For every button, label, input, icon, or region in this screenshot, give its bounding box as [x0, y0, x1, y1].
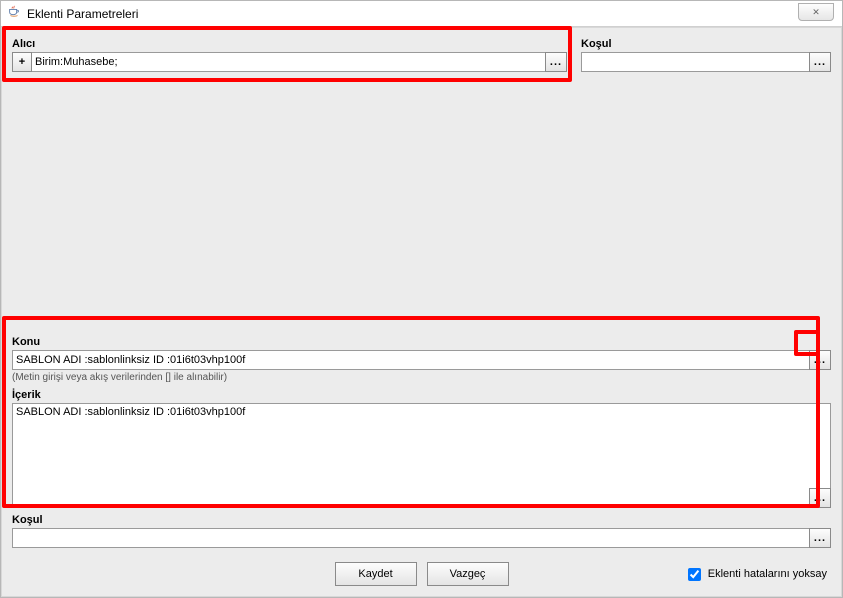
- cancel-button[interactable]: Vazgeç: [427, 562, 509, 586]
- dots-icon: ...: [814, 532, 826, 544]
- konu-fieldrow: ...: [12, 350, 831, 370]
- konu-input[interactable]: [12, 350, 809, 370]
- ignore-errors-checkbox[interactable]: [688, 568, 701, 581]
- plus-icon: +: [19, 56, 25, 68]
- kosul-top-fieldrow: ...: [581, 52, 831, 72]
- spacer: [12, 72, 831, 336]
- java-icon: [7, 5, 21, 22]
- icerik-wrap: ...: [12, 403, 831, 508]
- dots-icon: ...: [814, 354, 826, 366]
- kosul-bottom-label: Koşul: [12, 514, 831, 526]
- dots-icon: ...: [814, 492, 826, 504]
- kosul-bottom-input[interactable]: [12, 528, 809, 548]
- save-button[interactable]: Kaydet: [335, 562, 417, 586]
- kosul-top-group: Koşul ...: [581, 38, 831, 72]
- ignore-errors-label: Eklenti hatalarını yoksay: [708, 568, 827, 580]
- icerik-label: İçerik: [12, 389, 831, 401]
- ignore-errors-wrap[interactable]: Eklenti hatalarını yoksay: [684, 565, 827, 584]
- kosul-bottom-fieldrow: ...: [12, 528, 831, 548]
- alici-group: Alıcı + ...: [12, 38, 567, 72]
- alici-fieldrow: + ...: [12, 52, 567, 72]
- window-title: Eklenti Parametreleri: [27, 7, 138, 21]
- alici-label: Alıcı: [12, 38, 567, 50]
- window-close-button[interactable]: ✕: [798, 3, 834, 21]
- icerik-browse-button[interactable]: ...: [809, 488, 831, 508]
- button-bar: Kaydet Vazgeç Eklenti hatalarını yoksay: [12, 562, 831, 586]
- content-pane: Alıcı + ... Koşul ...: [1, 27, 842, 597]
- kosul-top-label: Koşul: [581, 38, 831, 50]
- konu-label: Konu: [12, 336, 831, 348]
- kosul-bottom-group: Koşul ...: [12, 514, 831, 548]
- dots-icon: ...: [550, 56, 562, 68]
- window-frame: Eklenti Parametreleri ✕ Alıcı + ...: [0, 0, 843, 598]
- konu-hint: (Metin girişi veya akış verilerinden [] …: [12, 372, 831, 383]
- bottom-section: Konu ... (Metin girişi veya akış veriler…: [12, 336, 831, 586]
- top-row: Alıcı + ... Koşul ...: [12, 38, 831, 72]
- title-bar: Eklenti Parametreleri ✕: [1, 1, 842, 27]
- close-icon: ✕: [812, 7, 820, 18]
- icerik-textarea[interactable]: [12, 403, 831, 505]
- konu-group: Konu ... (Metin girişi veya akış veriler…: [12, 336, 831, 383]
- alici-browse-button[interactable]: ...: [545, 52, 567, 72]
- dots-icon: ...: [814, 56, 826, 68]
- konu-browse-button[interactable]: ...: [809, 350, 831, 370]
- kosul-top-input[interactable]: [581, 52, 809, 72]
- alici-add-button[interactable]: +: [12, 52, 32, 72]
- kosul-top-browse-button[interactable]: ...: [809, 52, 831, 72]
- alici-input[interactable]: [32, 52, 545, 72]
- icerik-group: İçerik ...: [12, 389, 831, 508]
- kosul-bottom-browse-button[interactable]: ...: [809, 528, 831, 548]
